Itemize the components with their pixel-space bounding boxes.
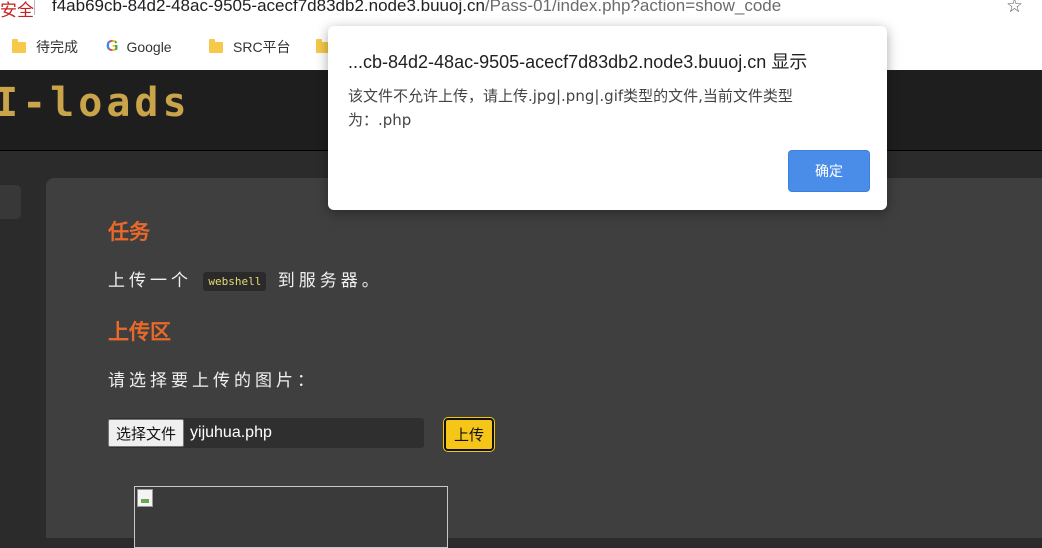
bookmark-label: Google <box>126 39 172 55</box>
bookmark-label: 待完成 <box>36 39 78 55</box>
bookmark-item-todo[interactable]: 待完成 <box>12 36 78 58</box>
upload-heading: 上传区 <box>108 320 171 344</box>
upload-submit-button[interactable]: 上传 <box>444 418 494 451</box>
bookmark-label: SRC平台 <box>233 39 291 55</box>
choose-file-button[interactable]: 选择文件 <box>108 419 185 447</box>
task-text-before: 上传一个 <box>108 271 192 291</box>
upload-prompt: 请选择要上传的图片： <box>108 371 318 391</box>
webshell-code-tag: webshell <box>203 271 267 291</box>
security-status-label[interactable]: 安全 <box>0 0 34 21</box>
sidebar-toggle[interactable] <box>0 185 21 219</box>
selected-file-name: yijuhua.php <box>190 424 272 441</box>
folder-icon <box>12 38 26 53</box>
url-text[interactable]: f4ab69cb-84d2-48ac-9505-acecf7d83db2.nod… <box>52 0 781 16</box>
google-icon: G <box>106 38 119 55</box>
image-preview <box>134 486 448 548</box>
bookmark-star-icon[interactable]: ☆ <box>1006 0 1023 17</box>
file-input[interactable]: 选择文件 yijuhua.php <box>108 418 424 448</box>
task-text-after: 到服务器。 <box>277 271 383 291</box>
url-host: f4ab69cb-84d2-48ac-9505-acecf7d83db2.nod… <box>52 0 485 15</box>
dialog-title: ...cb-84d2-48ac-9505-acecf7d83db2.node3.… <box>348 52 808 72</box>
main-content-card <box>46 178 1042 538</box>
bookmark-item-google[interactable]: G Google <box>106 36 172 58</box>
address-bar[interactable]: 安全 f4ab69cb-84d2-48ac-9505-acecf7d83db2.… <box>0 0 1042 22</box>
dialog-ok-button[interactable]: 确定 <box>788 150 870 192</box>
dialog-message: 该文件不允许上传，请上传.jpg|.png|.gif类型的文件,当前文件类型为：… <box>348 87 793 129</box>
bookmark-item-src[interactable]: SRC平台 <box>209 36 291 58</box>
task-description: 上传一个 webshell 到服务器。 <box>108 266 383 291</box>
folder-icon <box>209 38 223 53</box>
broken-image-icon <box>137 489 153 507</box>
alert-dialog: ...cb-84d2-48ac-9505-acecf7d83db2.node3.… <box>328 26 887 210</box>
url-path: /Pass-01/index.php?action=show_code <box>484 0 782 15</box>
task-heading: 任务 <box>108 220 150 244</box>
site-logo[interactable]: I-loads <box>0 80 191 126</box>
address-divider <box>34 0 35 15</box>
